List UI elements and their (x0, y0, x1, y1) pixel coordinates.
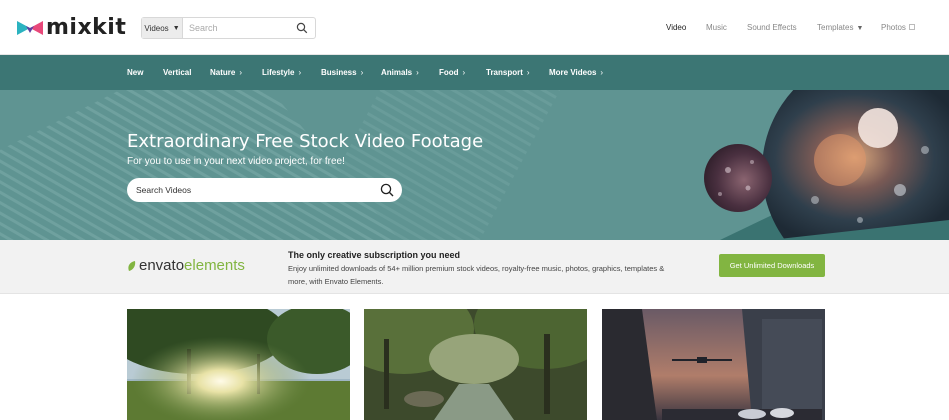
caret-down-icon: ▼ (172, 24, 180, 32)
search-type-select[interactable]: Videos ▼ (142, 18, 183, 38)
search-type-label: Videos (144, 23, 169, 33)
header-search-input[interactable] (189, 19, 289, 37)
elements-wordmark: elements (184, 257, 245, 274)
category-more-videos[interactable]: More Videos › (549, 68, 603, 77)
nav-templates-label: Templates (817, 23, 854, 32)
category-food[interactable]: Food › (439, 68, 465, 77)
nav-templates[interactable]: Templates ▼ (817, 23, 863, 32)
chevron-right-icon: › (600, 68, 604, 77)
category-transport[interactable]: Transport › (486, 68, 530, 77)
search-icon[interactable] (380, 183, 394, 197)
nav-music[interactable]: Music (706, 23, 727, 32)
envato-leaf-icon (128, 260, 136, 271)
category-label: Vertical (163, 68, 192, 77)
category-label: Transport (486, 68, 523, 77)
mixkit-wordmark: mixkit (46, 14, 127, 40)
envato-description: Enjoy unlimited downloads of 54+ million… (288, 264, 665, 286)
category-label: More Videos (549, 68, 597, 77)
category-label: Business (321, 68, 357, 77)
hero-subtitle: For you to use in your next video projec… (127, 156, 345, 167)
header-search: Videos ▼ (141, 17, 316, 39)
external-link-icon (908, 24, 915, 30)
mixkit-logo-mark-icon (17, 21, 43, 35)
caret-down-icon: ▼ (856, 25, 864, 32)
chevron-right-icon: › (416, 68, 419, 77)
category-label: Nature (210, 68, 236, 77)
envato-wordmark: envato (139, 257, 185, 274)
nav-video[interactable]: Video (666, 23, 686, 32)
category-new[interactable]: New (127, 68, 143, 77)
category-lifestyle[interactable]: Lifestyle › (262, 68, 301, 77)
video-thumbnail-city-dusk[interactable] (602, 309, 825, 420)
category-bar: New Vertical Nature › Lifestyle › Business… (0, 55, 949, 90)
nav-photos-label: Photos (881, 23, 906, 32)
hero-search (127, 178, 402, 202)
video-thumbnail-forest-stream[interactable] (364, 309, 587, 420)
category-nature[interactable]: Nature › (210, 68, 242, 77)
category-label: Food (439, 68, 459, 77)
chevron-right-icon: › (239, 68, 243, 77)
envato-elements-logo[interactable]: envato elements (127, 257, 245, 274)
chevron-right-icon: › (462, 68, 466, 77)
mixkit-logo[interactable]: mixkit (17, 14, 126, 40)
category-business[interactable]: Business › (321, 68, 363, 77)
category-vertical[interactable]: Vertical (163, 68, 191, 77)
category-animals[interactable]: Animals › (381, 68, 419, 77)
nav-sound-effects[interactable]: Sound Effects (747, 23, 797, 32)
video-thumbnail-sunset-park[interactable] (127, 309, 350, 420)
site-header: mixkit Videos ▼ Video Music Sound Effect… (0, 0, 949, 55)
category-label: Animals (381, 68, 413, 77)
chevron-right-icon: › (298, 68, 302, 77)
category-label: New (127, 68, 144, 77)
hero-search-input[interactable] (136, 182, 356, 198)
category-label: Lifestyle (262, 68, 295, 77)
get-unlimited-downloads-button[interactable]: Get Unlimited Downloads (719, 254, 825, 277)
search-icon[interactable] (296, 22, 308, 34)
chevron-right-icon: › (360, 68, 364, 77)
nav-photos[interactable]: Photos (881, 23, 915, 32)
chevron-right-icon: › (526, 68, 530, 77)
envato-headline: The only creative subscription you need (288, 250, 461, 260)
hero-title: Extraordinary Free Stock Video Footage (127, 131, 484, 152)
